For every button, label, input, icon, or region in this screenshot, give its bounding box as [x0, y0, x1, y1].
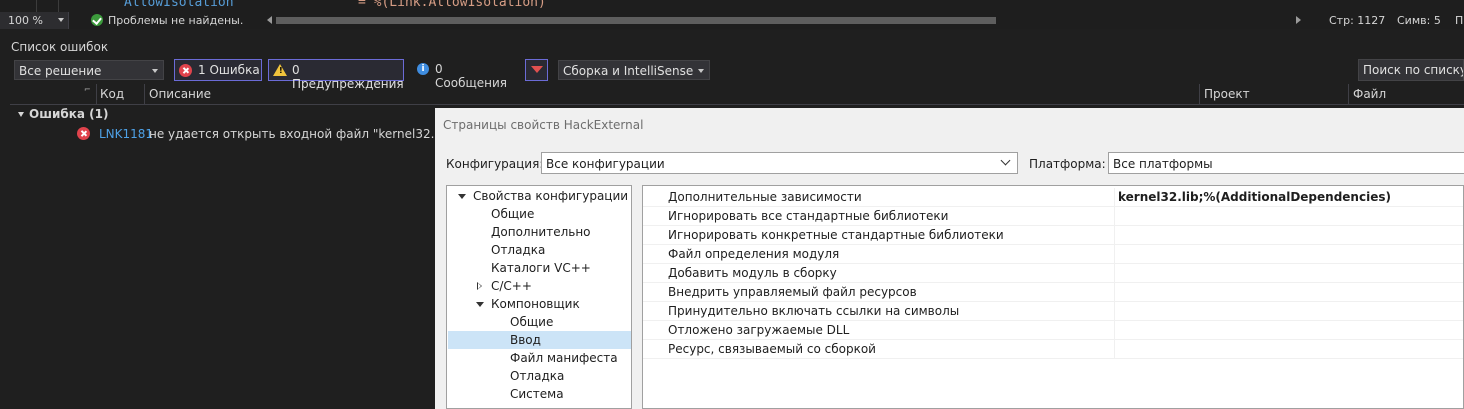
search-error-list-input[interactable]: Поиск по списку о: [1358, 59, 1464, 81]
tree-item-debugging[interactable]: Отладка: [491, 243, 545, 257]
property-tree: Свойства конфигурации Общие Дополнительн…: [446, 185, 632, 409]
search-placeholder: Поиск по списку о: [1363, 63, 1464, 77]
chevron-down-icon: [152, 69, 158, 73]
property-row[interactable]: Игнорировать все стандартные библиотеки: [643, 207, 1463, 226]
funnel-icon: [531, 66, 543, 73]
property-row[interactable]: Принудительно включать ссылки на символы: [643, 302, 1463, 321]
horizontal-scrollbar[interactable]: [276, 17, 996, 24]
tree-item-advanced[interactable]: Дополнительно: [491, 225, 591, 239]
scope-value: Все решение: [19, 64, 102, 78]
chevron-down-icon: [698, 69, 704, 73]
tree-item-manifest-file[interactable]: Файл манифеста: [510, 351, 618, 365]
dialog-titlebar[interactable]: Страницы свойств HackExternal: [435, 108, 1464, 141]
property-name: Добавить модуль в сборку: [668, 266, 837, 280]
property-pages-dialog: Страницы свойств HackExternal Конфигурац…: [435, 108, 1464, 409]
zoom-dropdown[interactable]: 100 %: [0, 12, 69, 29]
messages-filter-button[interactable]: i 0 Сообщения: [411, 59, 517, 90]
property-name: Принудительно включать ссылки на символы: [668, 304, 960, 318]
warning-icon: !: [273, 64, 287, 76]
warnings-filter-button[interactable]: ! 0 Предупреждения: [268, 59, 404, 91]
platform-label: Платформа:: [1029, 157, 1106, 171]
property-row[interactable]: Ресурс, связываемый со сборкой: [643, 340, 1463, 359]
property-value[interactable]: kernel32.lib;%(AdditionalDependencies): [1118, 190, 1391, 204]
tree-item-system[interactable]: Система: [510, 387, 564, 401]
dialog-title: Страницы свойств HackExternal: [443, 118, 644, 132]
tree-item-linker-debugging[interactable]: Отладка: [510, 369, 564, 383]
property-grid: Дополнительные зависимости kernel32.lib;…: [642, 185, 1464, 409]
column-project[interactable]: Проект: [1200, 84, 1349, 104]
mode-indicator[interactable]: П: [1455, 14, 1463, 27]
tree-item-vc-dirs[interactable]: Каталоги VC++: [491, 261, 591, 275]
property-name: Игнорировать все стандартные библиотеки: [668, 209, 949, 223]
code-attribute: AllowIsolation: [124, 0, 234, 10]
code-value: ="%(Link.AllowIsolation)": [358, 0, 554, 10]
expand-icon: [18, 112, 24, 117]
property-name: Игнорировать конкретные стандартные библ…: [668, 228, 1004, 242]
check-circle-icon: [91, 14, 103, 26]
info-icon: i: [417, 63, 429, 75]
property-name: Ресурс, связываемый со сборкой: [668, 342, 876, 356]
tree-item-cpp[interactable]: C/C++: [491, 279, 532, 293]
tree-item-general[interactable]: Общие: [491, 207, 534, 221]
expand-icon[interactable]: [458, 194, 466, 199]
tree-item-config-props[interactable]: Свойства конфигурации: [473, 189, 628, 203]
scope-dropdown[interactable]: Все решение: [14, 60, 164, 80]
col-indicator[interactable]: Симв: 5: [1397, 14, 1441, 27]
build-filter-value: Сборка и IntelliSense: [563, 64, 694, 78]
scroll-left-icon[interactable]: [267, 16, 272, 24]
column-file-label: Файл: [1353, 87, 1387, 101]
error-description: не удается открыть входной файл "kernel3…: [149, 127, 455, 141]
tree-item-linker-general[interactable]: Общие: [510, 315, 553, 329]
error-group-label[interactable]: Ошибка (1): [29, 107, 108, 121]
column-code-label: Код: [100, 87, 125, 101]
error-code-link[interactable]: LNK1181: [99, 127, 153, 141]
sort-column[interactable]: ⌐: [78, 84, 97, 104]
configuration-dropdown[interactable]: Все конфигурации: [541, 152, 1018, 174]
zoom-value: 100 %: [8, 14, 43, 27]
build-filter-dropdown[interactable]: Сборка и IntelliSense: [558, 60, 710, 80]
property-name: Дополнительные зависимости: [668, 190, 862, 204]
chevron-down-icon: [1000, 155, 1011, 166]
property-name: Отложено загружаемые DLL: [668, 323, 850, 337]
column-description[interactable]: Описание: [145, 84, 1200, 104]
error-list-title: Список ошибок: [11, 40, 109, 54]
platform-dropdown[interactable]: Все платформы: [1108, 152, 1464, 174]
issues-status[interactable]: Проблемы не найдены.: [108, 14, 243, 27]
chevron-down-icon: [58, 18, 64, 22]
configuration-label: Конфигурация:: [446, 157, 544, 171]
indent-guide: [58, 0, 59, 12]
platform-value: Все платформы: [1113, 157, 1213, 171]
tree-item-linker[interactable]: Компоновщик: [491, 297, 580, 311]
property-row[interactable]: Игнорировать конкретные стандартные библ…: [643, 226, 1463, 245]
filter-toggle-button[interactable]: [525, 59, 548, 81]
error-icon: [77, 127, 90, 140]
errors-filter-label: 1 Ошибка: [198, 63, 260, 77]
column-code[interactable]: Код: [96, 84, 145, 104]
errors-filter-button[interactable]: 1 Ошибка: [174, 59, 262, 81]
column-description-label: Описание: [149, 87, 212, 101]
configuration-value: Все конфигурации: [546, 157, 665, 171]
line-indicator[interactable]: Стр: 1127: [1329, 14, 1385, 27]
property-row[interactable]: Внедрить управляемый файл ресурсов: [643, 283, 1463, 302]
expand-icon[interactable]: [476, 302, 484, 307]
tree-item-linker-input[interactable]: Ввод: [510, 333, 541, 347]
error-row[interactable]: LNK1181 не удается открыть входной файл …: [10, 125, 454, 143]
editor-status-bar: 100 % Проблемы не найдены. Стр: 1127 Сим…: [0, 12, 1464, 29]
property-name: Файл определения модуля: [668, 247, 840, 261]
gutter-line: [36, 0, 37, 12]
sort-icon: ⌐: [84, 85, 91, 94]
property-row[interactable]: Добавить модуль в сборку: [643, 264, 1463, 283]
property-row[interactable]: Отложено загружаемые DLL: [643, 321, 1463, 340]
code-editor-strip: AllowIsolation ="%(Link.AllowIsolation)": [0, 0, 1464, 12]
collapsed-icon-inner: [478, 283, 481, 289]
property-row[interactable]: Дополнительные зависимости kernel32.lib;…: [643, 188, 1463, 207]
column-file[interactable]: Файл: [1349, 84, 1464, 104]
scroll-right-icon[interactable]: [1296, 16, 1301, 24]
property-row[interactable]: Файл определения модуля: [643, 245, 1463, 264]
column-project-label: Проект: [1204, 87, 1250, 101]
property-name: Внедрить управляемый файл ресурсов: [668, 285, 917, 299]
error-icon: [179, 64, 192, 77]
